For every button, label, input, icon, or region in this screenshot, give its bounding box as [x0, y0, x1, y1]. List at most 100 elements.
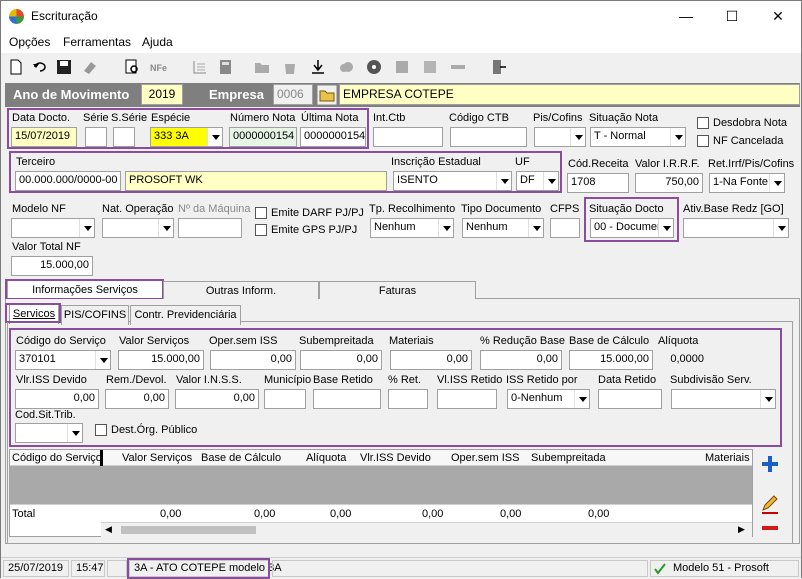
subempreitada-input[interactable]: 0,00 [300, 350, 382, 370]
serie-input[interactable] [85, 127, 107, 147]
edit-row-icon[interactable] [759, 493, 781, 515]
nf-cancelada-checkbox[interactable] [697, 135, 709, 147]
grid-horizontal-scrollbar[interactable]: ◀ ▶ [101, 522, 752, 537]
modelo-nf-dropdown-arrow[interactable] [79, 219, 94, 237]
int-ctb-input[interactable] [373, 127, 443, 147]
scroll-right-icon[interactable]: ▶ [738, 524, 745, 535]
ativ-base-dropdown-arrow[interactable] [773, 219, 788, 237]
print-preview-icon[interactable] [123, 58, 141, 76]
maquina-input[interactable] [178, 218, 242, 238]
maximize-button[interactable]: ☐ [709, 1, 755, 31]
base-retido-input[interactable] [313, 389, 381, 409]
especie-select[interactable]: 333 3A [150, 127, 223, 147]
modelo-nf-select[interactable] [11, 218, 95, 238]
nfe-icon[interactable]: NFe [149, 58, 167, 76]
menu-ferramentas[interactable]: Ferramentas [63, 35, 131, 49]
situacao-nota-select[interactable]: T - Normal [590, 127, 686, 147]
grid-col-valor-servicos[interactable]: Valor Serviços [122, 452, 192, 464]
vl-iss-retido-input[interactable] [437, 389, 497, 409]
sserie-input[interactable] [113, 127, 135, 147]
tab-faturas[interactable]: Faturas [319, 281, 476, 301]
eraser-icon[interactable] [81, 58, 99, 76]
ie-dropdown-arrow[interactable] [496, 172, 511, 190]
grid-col-base-calculo[interactable]: Base de Cálculo [201, 452, 281, 464]
close-button[interactable]: ✕ [755, 1, 801, 31]
materiais-input[interactable]: 0,00 [390, 350, 472, 370]
ret-pct-input[interactable] [388, 389, 428, 409]
codigo-servico-select[interactable]: 370101 [15, 350, 111, 370]
minimize-button[interactable]: — [663, 1, 709, 31]
desdobra-nota-checkbox[interactable] [697, 117, 709, 129]
numero-nota-input[interactable]: 0000000154 [229, 127, 297, 147]
box-icon[interactable] [393, 58, 411, 76]
cod-receita-input[interactable]: 1708 [567, 173, 629, 193]
data-retido-input[interactable] [598, 389, 662, 409]
cfps-input[interactable] [550, 218, 580, 238]
delete-row-icon[interactable] [759, 517, 781, 539]
list-icon[interactable] [191, 58, 209, 76]
cloud-icon[interactable] [337, 58, 355, 76]
grid-col-vlr-iss-devido[interactable]: Vlr.ISS Devido [360, 452, 431, 464]
subdivisao-serv-select[interactable] [671, 389, 776, 409]
open-folder-icon[interactable] [317, 85, 337, 105]
especie-dropdown-arrow[interactable] [207, 128, 222, 146]
iss-retido-por-dropdown-arrow[interactable] [574, 390, 589, 408]
codigo-ctb-input[interactable] [450, 127, 527, 147]
tipo-documento-select[interactable]: Nenhum [462, 218, 544, 238]
undo-icon[interactable] [31, 58, 49, 76]
valor-total-nf-input[interactable]: 15.000,00 [11, 256, 93, 276]
valor-inss-input[interactable]: 0,00 [175, 389, 259, 409]
calculator-icon[interactable] [217, 58, 235, 76]
situacao-docto-dropdown-arrow[interactable] [658, 219, 673, 237]
cod-sit-trib-dropdown-arrow[interactable] [67, 424, 82, 442]
scroll-thumb[interactable] [121, 526, 256, 534]
terceiro-code-input[interactable]: 00.000.000/0000-00 [15, 171, 121, 191]
cd-icon[interactable] [365, 58, 383, 76]
ret-irrf-dropdown-arrow[interactable] [769, 174, 784, 192]
situacao-docto-select[interactable]: 00 - Documen [590, 218, 674, 238]
square-icon[interactable] [421, 58, 439, 76]
menu-opcoes[interactable]: Opções [9, 35, 50, 49]
new-document-icon[interactable] [7, 58, 25, 76]
exit-icon[interactable] [489, 58, 507, 76]
tp-recolhimento-dropdown-arrow[interactable] [438, 219, 453, 237]
grid-col-aliquota[interactable]: Alíquota [306, 452, 346, 464]
base-calculo-input[interactable]: 15.000,00 [569, 350, 653, 370]
rem-devol-input[interactable]: 0,00 [105, 389, 169, 409]
iss-retido-por-select[interactable]: 0-Nenhum [507, 389, 590, 409]
valor-irrf-input[interactable]: 750,00 [635, 173, 703, 193]
save-icon[interactable] [55, 58, 73, 76]
valor-servicos-input[interactable]: 15.000,00 [118, 350, 204, 370]
download-icon[interactable] [309, 58, 327, 76]
scroll-left-icon[interactable]: ◀ [105, 524, 112, 535]
grid-col-codigo[interactable]: Código do Serviço [12, 452, 102, 464]
data-docto-input[interactable]: 15/07/2019 [11, 127, 77, 147]
cod-sit-trib-select[interactable] [15, 423, 83, 443]
ultima-nota-input[interactable]: 0000000154 [300, 127, 366, 147]
ret-irrf-select[interactable]: 1-Na Fonte [709, 173, 785, 193]
emite-darf-checkbox[interactable] [255, 207, 267, 219]
empresa-code-input[interactable]: 0006 [273, 84, 313, 105]
ano-movimento-input[interactable]: 2019 [141, 84, 183, 105]
grid-col-oper-sem-iss[interactable]: Oper.sem ISS [451, 452, 519, 464]
municipio-input[interactable] [264, 389, 306, 409]
subdivisao-dropdown-arrow[interactable] [760, 390, 775, 408]
folder-icon[interactable] [253, 58, 271, 76]
tipo-documento-dropdown-arrow[interactable] [528, 219, 543, 237]
uf-select[interactable]: DF [516, 171, 559, 191]
pis-cofins-dropdown-arrow[interactable] [570, 128, 585, 146]
menu-ajuda[interactable]: Ajuda [142, 35, 173, 49]
inscricao-estadual-select[interactable]: ISENTO [393, 171, 512, 191]
emite-gps-checkbox[interactable] [255, 224, 267, 236]
bag-icon[interactable] [281, 58, 299, 76]
situacao-nota-dropdown-arrow[interactable] [670, 128, 685, 146]
tab-outras-inform[interactable]: Outras Inform. [163, 281, 319, 301]
grid-col-materiais[interactable]: Materiais [705, 452, 750, 464]
vlr-iss-devido-input[interactable]: 0,00 [15, 389, 99, 409]
add-row-icon[interactable] [759, 453, 781, 475]
nat-operacao-select[interactable] [102, 218, 174, 238]
reducao-base-input[interactable]: 0,00 [480, 350, 562, 370]
uf-dropdown-arrow[interactable] [543, 172, 558, 190]
bar-icon[interactable] [449, 58, 467, 76]
tp-recolhimento-select[interactable]: Nenhum [370, 218, 454, 238]
